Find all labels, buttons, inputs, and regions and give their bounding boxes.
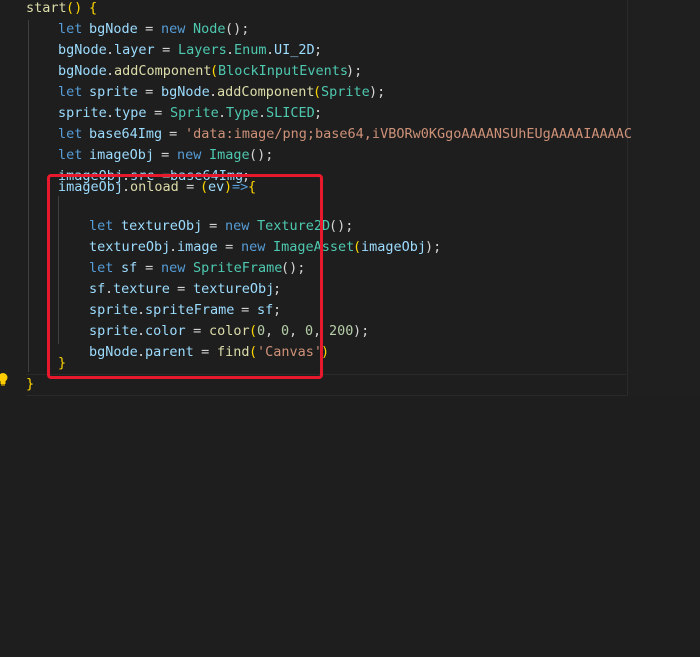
token-variable: base64Img xyxy=(89,126,163,142)
editor-bottom-edge xyxy=(0,396,700,404)
token-paren: ( xyxy=(210,63,219,79)
code-line-19[interactable]: } xyxy=(0,353,66,374)
token-punc: . xyxy=(218,105,227,121)
token-method: addComponent xyxy=(114,63,212,79)
token-type: Layers xyxy=(178,42,227,58)
token-paren: ( xyxy=(353,239,362,255)
code-line-10[interactable]: imageObj . onload = ( ev ) => { xyxy=(0,177,256,198)
token-punc: ; xyxy=(314,105,323,121)
token-punc: . xyxy=(106,63,115,79)
token-enum: SLICED xyxy=(266,105,315,121)
token-property: UI_2D xyxy=(274,42,315,58)
code-line-5[interactable]: let sprite = bgNode . addComponent ( Spr… xyxy=(0,82,385,103)
token-keyword: let xyxy=(58,126,83,142)
token-punc: . xyxy=(258,105,267,121)
token-operator: = xyxy=(153,147,178,163)
token-punc: ; xyxy=(314,42,323,58)
token-property: type xyxy=(114,105,147,121)
token-paren: () xyxy=(66,0,83,16)
code-line-8[interactable]: let imageObj = new Image (); xyxy=(0,145,273,166)
token-punc: ); xyxy=(353,323,370,339)
token-operator: = xyxy=(154,42,179,58)
token-keyword: let xyxy=(58,21,83,37)
token-variable: sprite xyxy=(58,105,107,121)
token-number: 200 xyxy=(329,323,354,339)
token-variable: bgNode xyxy=(58,63,107,79)
annotation-highlight-box xyxy=(47,174,323,379)
token-punc: ); xyxy=(369,84,386,100)
token-keyword: let xyxy=(58,84,83,100)
token-keyword: new xyxy=(177,147,202,163)
code-line-15[interactable]: sf . texture = textureObj ; xyxy=(0,279,281,300)
token-variable: imageObj xyxy=(361,239,427,255)
code-line-7[interactable]: let base64Img = 'data:image/png;base64,i… xyxy=(0,124,632,145)
code-editor[interactable]: start () { let bgNode = new Node (); bgN… xyxy=(0,0,700,404)
token-operator: = xyxy=(161,126,186,142)
token-property: layer xyxy=(114,42,155,58)
token-type: Sprite xyxy=(321,84,370,100)
token-type: Type xyxy=(226,105,259,121)
token-type: BlockInputEvents xyxy=(218,63,349,79)
token-brace: } xyxy=(26,376,35,392)
token-operator: = xyxy=(137,21,162,37)
token-variable: bgNode xyxy=(58,42,107,58)
token-string: 'data:image/png;base64,iVBORw0KGgoAAAANS… xyxy=(185,126,633,142)
token-variable: bgNode xyxy=(89,21,138,37)
code-line-17[interactable]: sprite . color = color ( 0 , 0 , 0 , 200… xyxy=(0,321,369,342)
token-type: Node xyxy=(193,21,226,37)
token-method: addComponent xyxy=(217,84,315,100)
code-line-2[interactable]: let bgNode = new Node (); xyxy=(0,19,249,40)
lightbulb-icon[interactable] xyxy=(0,372,10,386)
token-punc: . xyxy=(266,42,275,58)
token-punc: . xyxy=(106,105,115,121)
code-line-13[interactable]: textureObj . image = new ImageAsset ( im… xyxy=(0,237,441,258)
token-punc: . xyxy=(106,42,115,58)
token-type: Image xyxy=(209,147,250,163)
token-keyword: new xyxy=(161,21,186,37)
token-punc: (); xyxy=(329,218,354,234)
token-punc: (); xyxy=(249,147,274,163)
token-type: Sprite xyxy=(170,105,219,121)
code-line-3[interactable]: bgNode . layer = Layers . Enum . UI_2D ; xyxy=(0,40,322,61)
token-type: Enum xyxy=(234,42,267,58)
token-punc: . xyxy=(209,84,218,100)
token-variable: bgNode xyxy=(161,84,210,100)
token-brace: { xyxy=(89,0,98,16)
minimap-area[interactable] xyxy=(627,0,700,404)
token-function: start xyxy=(26,0,67,16)
code-line-16[interactable]: sprite . spriteFrame = sf ; xyxy=(0,300,281,321)
token-punc: ); xyxy=(425,239,442,255)
token-punc: . xyxy=(226,42,235,58)
code-line-12[interactable]: let textureObj = new Texture2D (); xyxy=(0,216,353,237)
code-line-4[interactable]: bgNode . addComponent ( BlockInputEvents… xyxy=(0,61,362,82)
code-line-1[interactable]: start () { xyxy=(0,0,97,19)
code-line-14[interactable]: let sf = new SpriteFrame (); xyxy=(0,258,305,279)
code-line-6[interactable]: sprite . type = Sprite . Type . SLICED ; xyxy=(0,103,322,124)
token-operator: = xyxy=(137,84,162,100)
token-punc: (); xyxy=(225,21,250,37)
token-variable: sprite xyxy=(89,84,138,100)
token-paren: ( xyxy=(313,84,322,100)
token-operator: = xyxy=(146,105,171,121)
token-punc: ); xyxy=(346,63,363,79)
token-variable: imageObj xyxy=(89,147,155,163)
token-keyword: let xyxy=(58,147,83,163)
